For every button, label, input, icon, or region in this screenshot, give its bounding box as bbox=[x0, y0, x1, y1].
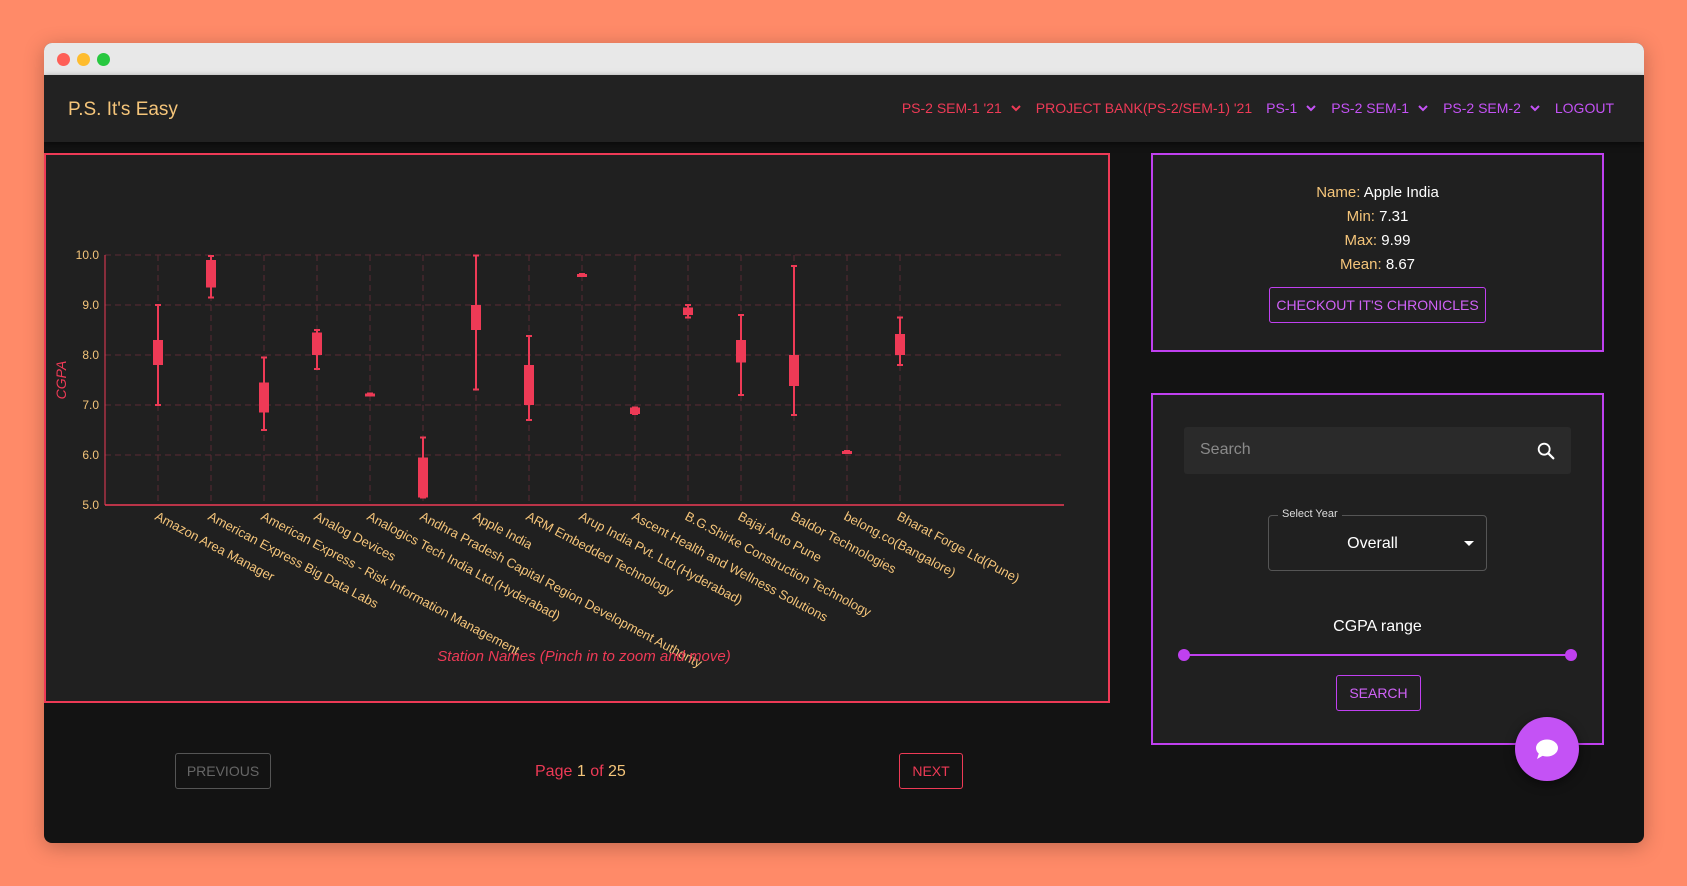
chevron-down-icon bbox=[1306, 105, 1316, 112]
total-pages: 25 bbox=[607, 763, 626, 780]
x-axis-label: Station Names (Pinch in to zoom and move… bbox=[437, 648, 730, 665]
year-select-label: Select Year bbox=[1278, 508, 1342, 520]
minimize-window-button[interactable] bbox=[77, 53, 90, 66]
info-max-row: Max: 9.99 bbox=[1153, 229, 1602, 253]
box-mark[interactable] bbox=[789, 355, 799, 386]
nav-item-1[interactable]: PROJECT BANK(PS-2/SEM-1) '21 bbox=[1036, 100, 1252, 116]
nav-menu: PS-2 SEM-1 '21 PROJECT BANK(PS-2/SEM-1) '… bbox=[888, 100, 1614, 116]
search-input[interactable]: Search bbox=[1200, 441, 1251, 459]
info-min-row: Min: 7.31 bbox=[1153, 205, 1602, 229]
y-tick-label: 6.0 bbox=[82, 448, 99, 462]
nav-item-label: PS-2 SEM-1 bbox=[1331, 100, 1410, 116]
chat-button[interactable] bbox=[1515, 717, 1579, 781]
nav-item-label: PS-1 bbox=[1266, 100, 1298, 116]
nav-item-label: PS-2 SEM-2 bbox=[1443, 100, 1521, 116]
station-name-value: Apple India bbox=[1363, 184, 1439, 201]
box-mark[interactable] bbox=[206, 260, 216, 288]
box-mark[interactable] bbox=[312, 332, 322, 356]
of-word: of bbox=[590, 763, 604, 780]
chevron-down-icon bbox=[1011, 105, 1021, 112]
cgpa-range-slider[interactable] bbox=[1178, 649, 1577, 661]
max-key: Max: bbox=[1344, 232, 1378, 249]
box-mark[interactable] bbox=[577, 274, 587, 277]
box-mark[interactable] bbox=[683, 307, 693, 316]
brand-logo[interactable]: P.S. It's Easy bbox=[68, 99, 178, 121]
box-plot-chart[interactable]: 5.06.07.08.09.010.0Amazon Area ManagerAm… bbox=[46, 155, 1112, 705]
box-mark[interactable] bbox=[418, 457, 428, 498]
mean-value: 8.67 bbox=[1385, 256, 1416, 273]
nav-item-label: LOGOUT bbox=[1554, 100, 1614, 116]
nav-item-3[interactable]: PS-2 SEM-1 bbox=[1331, 100, 1429, 116]
min-value: 7.31 bbox=[1379, 208, 1409, 225]
y-tick-label: 8.0 bbox=[82, 348, 99, 362]
year-select-value: Overall bbox=[1347, 535, 1398, 552]
y-tick-label: 10.0 bbox=[76, 248, 100, 262]
nav-item-label: PROJECT BANK(PS-2/SEM-1) '21 bbox=[1035, 100, 1253, 116]
chart-panel[interactable]: 5.0 6.0 7.0 8.0 9.0 10.0 Amazon Area Manager Am… bbox=[44, 153, 1110, 703]
close-window-button[interactable] bbox=[57, 53, 70, 66]
box-mark[interactable] bbox=[153, 340, 163, 365]
current-page: 1 bbox=[576, 763, 586, 780]
box-mark[interactable] bbox=[471, 305, 481, 330]
station-info-card: Name: Apple India Min: 7.31 Max: 9.99 Me… bbox=[1151, 153, 1604, 352]
page-word: Page bbox=[535, 763, 573, 780]
y-tick-label: 7.0 bbox=[82, 398, 99, 412]
search-icon[interactable] bbox=[1535, 440, 1557, 462]
box-mark[interactable] bbox=[630, 407, 640, 415]
nav-item-label: PS-2 SEM-1 '21 bbox=[901, 100, 1002, 116]
nav-item-5[interactable]: LOGOUT bbox=[1555, 100, 1614, 116]
browser-window: P.S. It's Easy PS-2 SEM-1 '21 PROJECT BAN… bbox=[44, 43, 1644, 843]
nav-item-0[interactable]: PS-2 SEM-1 '21 bbox=[902, 100, 1022, 116]
top-navbar: P.S. It's Easy PS-2 SEM-1 '21 PROJECT BAN… bbox=[44, 75, 1644, 142]
info-mean-row: Mean: 8.67 bbox=[1153, 253, 1602, 277]
box-mark[interactable] bbox=[895, 334, 905, 355]
search-button[interactable]: SEARCH bbox=[1336, 675, 1421, 711]
y-tick-label: 9.0 bbox=[82, 298, 99, 312]
year-select[interactable]: Select Year Overall bbox=[1268, 508, 1487, 571]
search-box[interactable]: Search bbox=[1184, 427, 1571, 474]
mean-key: Mean: bbox=[1339, 256, 1382, 273]
y-axis-label: CGPA bbox=[53, 361, 69, 400]
filter-card: Search Select Year Overall CGPA range SE… bbox=[1151, 393, 1604, 745]
box-mark[interactable] bbox=[736, 340, 746, 363]
box-mark[interactable] bbox=[365, 393, 375, 397]
nav-item-4[interactable]: PS-2 SEM-2 bbox=[1443, 100, 1541, 116]
chevron-down-icon bbox=[1418, 105, 1428, 112]
box-mark[interactable] bbox=[259, 382, 269, 413]
chevron-down-icon bbox=[1530, 105, 1540, 112]
name-key: Name: bbox=[1316, 184, 1361, 201]
window-titlebar bbox=[44, 43, 1644, 75]
chat-bubble-icon bbox=[1536, 739, 1558, 759]
next-page-button[interactable]: NEXT bbox=[899, 753, 963, 789]
nav-item-2[interactable]: PS-1 bbox=[1266, 100, 1317, 116]
range-min-thumb[interactable] bbox=[1178, 649, 1190, 661]
cgpa-range-label: CGPA range bbox=[1333, 618, 1422, 635]
box-mark[interactable] bbox=[842, 451, 852, 454]
maximize-window-button[interactable] bbox=[97, 53, 110, 66]
page-indicator: Page 1 of 25 bbox=[535, 763, 626, 781]
range-max-thumb[interactable] bbox=[1565, 649, 1577, 661]
info-name-row: Name: Apple India bbox=[1153, 181, 1602, 205]
caret-down-icon bbox=[1464, 541, 1474, 546]
box-mark[interactable] bbox=[524, 365, 534, 405]
min-key: Min: bbox=[1346, 208, 1375, 225]
y-tick-label: 5.0 bbox=[82, 498, 99, 512]
checkout-chronicles-button[interactable]: CHECKOUT IT'S CHRONICLES bbox=[1269, 287, 1486, 323]
max-value: 9.99 bbox=[1381, 232, 1411, 249]
previous-page-button[interactable]: PREVIOUS bbox=[175, 753, 271, 789]
